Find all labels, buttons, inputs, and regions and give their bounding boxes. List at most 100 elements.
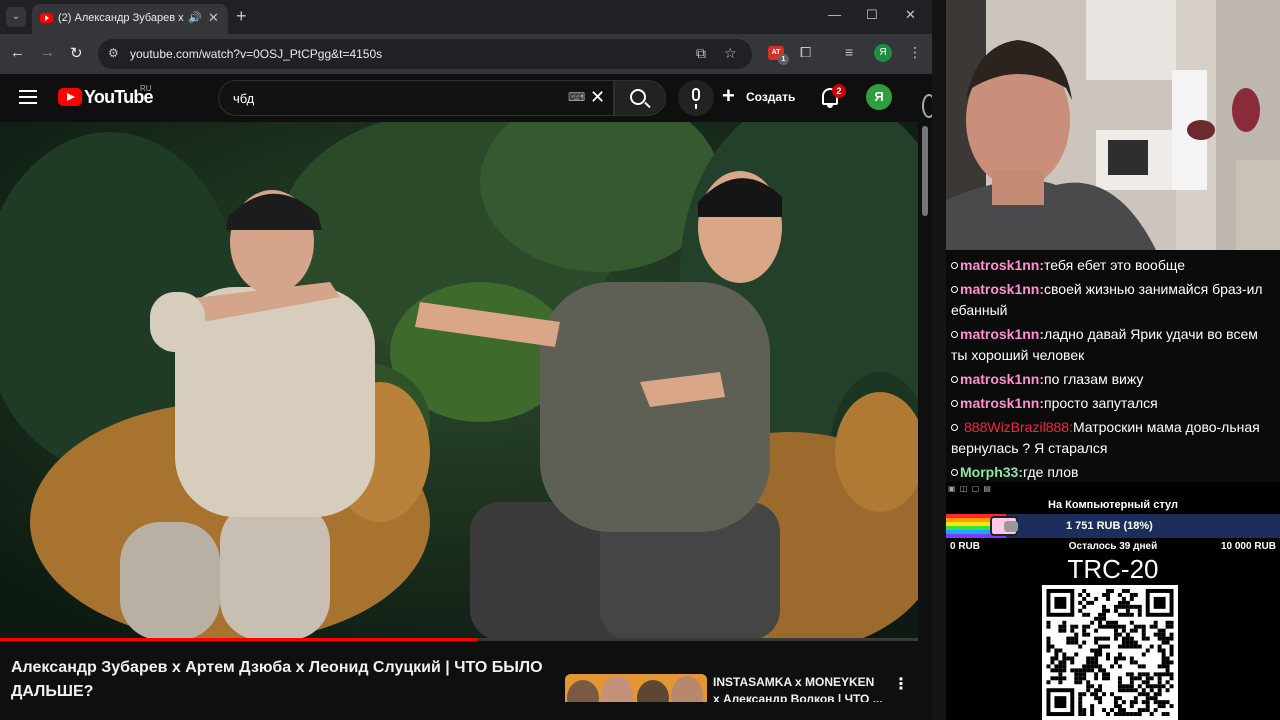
qr-module bbox=[1098, 684, 1103, 689]
qr-module bbox=[1153, 632, 1158, 637]
qr-module bbox=[1137, 604, 1142, 609]
search-input[interactable]: чбд ⌨ ✕ bbox=[218, 80, 614, 116]
qr-module bbox=[1102, 616, 1107, 621]
tab-close-icon[interactable]: ✕ bbox=[208, 10, 219, 26]
chat-text: по глазам вижу bbox=[1044, 371, 1144, 387]
qr-module bbox=[1082, 596, 1087, 601]
qr-module bbox=[1157, 648, 1162, 653]
tab-search-chevron-down-icon[interactable]: ⌄ bbox=[6, 7, 26, 27]
qr-module bbox=[1133, 688, 1138, 693]
qr-module bbox=[1141, 672, 1146, 677]
page-scrollbar[interactable] bbox=[920, 122, 930, 702]
qr-module bbox=[1121, 684, 1126, 689]
extension-badge-icon[interactable]: AT bbox=[768, 46, 789, 65]
qr-module bbox=[1098, 636, 1103, 641]
more-options-kebab-icon[interactable]: ⋮ bbox=[893, 674, 909, 694]
qr-module bbox=[1082, 676, 1087, 681]
qr-module bbox=[1074, 640, 1079, 645]
qr-module bbox=[1078, 692, 1083, 697]
qr-module bbox=[1094, 676, 1099, 681]
qr-module bbox=[1157, 636, 1162, 641]
install-app-icon[interactable]: ⧉ bbox=[696, 45, 706, 62]
chat-dot-icon bbox=[951, 400, 958, 407]
new-tab-plus-icon[interactable]: + bbox=[236, 6, 247, 26]
qr-module bbox=[1165, 688, 1170, 693]
clear-search-icon[interactable]: ✕ bbox=[590, 87, 605, 108]
qr-module bbox=[1153, 624, 1158, 629]
qr-module bbox=[1145, 708, 1150, 713]
page-scrollbar-thumb[interactable] bbox=[922, 126, 928, 216]
chat-dot-icon bbox=[951, 376, 958, 383]
bookmark-star-icon[interactable]: ☆ bbox=[724, 45, 737, 62]
media-queue-icon[interactable]: ≡ bbox=[845, 44, 853, 60]
qr-module bbox=[1086, 668, 1091, 673]
qr-module bbox=[1074, 632, 1079, 637]
chat-username: Morph33: bbox=[960, 464, 1023, 480]
qr-module bbox=[1102, 624, 1107, 629]
qr-module bbox=[1149, 712, 1154, 717]
qr-module bbox=[1125, 608, 1130, 613]
qr-module bbox=[1070, 668, 1075, 673]
qr-module bbox=[1125, 600, 1130, 605]
forward-arrow-icon[interactable]: → bbox=[40, 44, 55, 61]
minimize-icon[interactable]: — bbox=[828, 7, 841, 22]
site-info-icon[interactable]: ⚙ bbox=[108, 46, 119, 60]
qr-module bbox=[1153, 596, 1166, 609]
qr-module bbox=[1141, 688, 1146, 693]
video-frame-image bbox=[0, 122, 918, 640]
studio-icon[interactable] bbox=[922, 94, 932, 118]
qr-module bbox=[1090, 692, 1095, 697]
qr-module bbox=[1121, 596, 1126, 601]
widget-controls-icon: ▣ ◫ ▢ ▤ bbox=[948, 484, 992, 493]
back-arrow-icon[interactable]: ← bbox=[10, 44, 25, 61]
qr-module bbox=[1145, 672, 1150, 677]
address-bar[interactable]: ⚙ youtube.com/watch?v=0OSJ_PtCPgg&t=4150… bbox=[98, 39, 752, 69]
search-button[interactable] bbox=[614, 80, 666, 116]
browser-window: ⌄ (2) Александр Зубарев х Артем Дзюба х … bbox=[0, 0, 932, 720]
chat-message: 888WizBrazil888:Матроскин мама дово-льна… bbox=[951, 417, 1276, 459]
qr-module bbox=[1129, 644, 1134, 649]
keyboard-icon[interactable]: ⌨ bbox=[568, 90, 585, 104]
qr-module bbox=[1125, 588, 1130, 593]
chat-dot-icon bbox=[951, 331, 958, 338]
window-close-icon[interactable]: ✕ bbox=[905, 7, 916, 23]
qr-module bbox=[1129, 596, 1134, 601]
qr-module bbox=[1082, 640, 1087, 645]
qr-module bbox=[1106, 592, 1110, 597]
qr-module bbox=[1066, 640, 1071, 645]
recommended-video-thumbnail[interactable] bbox=[565, 674, 707, 704]
youtube-logo-icon[interactable] bbox=[58, 88, 82, 106]
qr-module bbox=[1110, 620, 1114, 625]
extensions-puzzle-icon[interactable]: ⧠ bbox=[800, 44, 811, 61]
qr-module bbox=[1090, 712, 1095, 717]
qr-module bbox=[1149, 684, 1154, 689]
browser-profile-avatar[interactable]: Я bbox=[874, 44, 892, 62]
qr-module bbox=[1066, 636, 1071, 641]
qr-module bbox=[1110, 664, 1114, 669]
speaker-icon[interactable]: 🔊 bbox=[188, 11, 202, 24]
menu-hamburger-icon[interactable] bbox=[19, 90, 37, 104]
qr-module bbox=[1094, 648, 1099, 653]
qr-module bbox=[1145, 648, 1150, 653]
qr-module bbox=[1062, 624, 1067, 629]
account-avatar[interactable]: Я bbox=[866, 84, 892, 110]
maximize-icon[interactable]: ☐ bbox=[866, 7, 878, 23]
voice-search-button[interactable] bbox=[678, 80, 714, 116]
donation-max-label: 10 000 RUB bbox=[1220, 541, 1276, 552]
qr-module bbox=[1129, 592, 1134, 597]
qr-module bbox=[1078, 712, 1083, 717]
qr-module bbox=[1102, 612, 1107, 617]
qr-module bbox=[1137, 676, 1142, 681]
qr-module bbox=[1113, 608, 1118, 613]
video-progress-bar[interactable] bbox=[0, 638, 918, 641]
qr-module bbox=[1106, 652, 1110, 657]
qr-module bbox=[1090, 600, 1095, 605]
qr-module bbox=[1074, 680, 1079, 685]
qr-module bbox=[1098, 696, 1103, 701]
chat-username: 888WizBrazil888: bbox=[964, 419, 1073, 435]
qr-module bbox=[1117, 600, 1122, 605]
browser-menu-kebab-icon[interactable]: ⋮ bbox=[908, 44, 922, 61]
reload-icon[interactable]: ↻ bbox=[70, 44, 83, 62]
video-player[interactable] bbox=[0, 122, 918, 640]
tab-youtube-video[interactable]: (2) Александр Зубарев х Артем Дзюба х Ле… bbox=[32, 4, 228, 34]
